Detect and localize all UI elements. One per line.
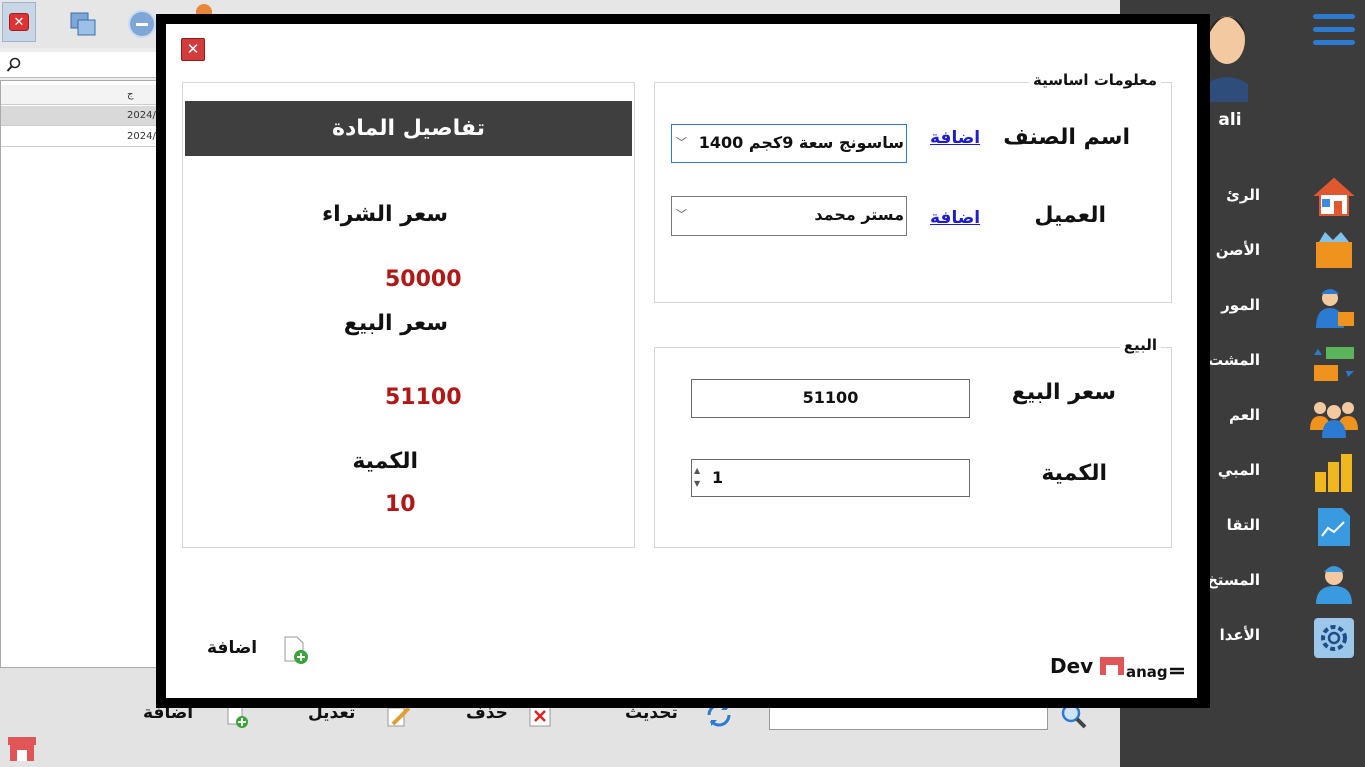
hamburger-menu-icon[interactable] (1313, 27, 1355, 32)
avatar (1206, 16, 1248, 102)
devmanage-logo: Dev anag (1050, 654, 1184, 681)
restore-icon (70, 12, 96, 36)
background-close-button[interactable]: ✕ (2, 2, 36, 42)
sale-legend: البيع (1119, 336, 1161, 354)
chevron-down-icon: ﹀ (676, 208, 687, 221)
close-button[interactable]: ✕ (181, 38, 205, 61)
customer-label: العميل (1034, 203, 1106, 228)
stepper-arrows-icon[interactable]: ▲ ▼ (694, 464, 700, 490)
purchases-icon[interactable] (1312, 343, 1356, 383)
add-item-link[interactable]: اضافة (930, 128, 980, 148)
basic-info-panel (654, 82, 1172, 303)
quantity-label: الكمية (1041, 461, 1107, 486)
table-row[interactable]: 2024/ (1, 127, 161, 147)
store-icon (8, 737, 36, 761)
search-icon (6, 57, 21, 72)
detail-sale-price-value: 51100 (385, 385, 462, 410)
home-icon[interactable] (1312, 175, 1356, 219)
purchase-price-value: 50000 (385, 267, 462, 292)
background-orange-icon (196, 4, 212, 14)
customer-select[interactable]: مستر محمد ﹀ (671, 196, 907, 236)
user-name: ali (1218, 110, 1242, 130)
close-icon: ✕ (186, 40, 200, 58)
add-button[interactable]: اضافة (207, 638, 257, 658)
svg-text:anag: anag (1126, 663, 1168, 681)
box-icon[interactable] (1313, 230, 1355, 270)
add-file-icon[interactable] (283, 635, 309, 665)
item-details-header: تفاصيل المادة (185, 101, 632, 156)
customer-value: مستر محمد (814, 205, 904, 224)
item-name-label: اسم الصنف (1003, 125, 1130, 150)
grid-header: ج (1, 85, 161, 105)
svg-text:Dev: Dev (1050, 654, 1093, 678)
quantity-value: 1 (712, 468, 724, 487)
hamburger-menu-icon[interactable] (1313, 40, 1355, 45)
hamburger-menu-icon[interactable] (1313, 14, 1355, 19)
sale-panel (654, 347, 1172, 548)
minimize-button[interactable] (128, 10, 156, 38)
basic-info-legend: معلومات اساسية (1029, 71, 1161, 89)
chevron-down-icon: ﹀ (676, 136, 687, 149)
item-name-value: ساسونج سعة 9كجم 1400 (698, 133, 904, 152)
close-icon: ✕ (9, 13, 29, 31)
detail-sale-price-label: سعر البيع (343, 311, 448, 336)
purchase-price-label: سعر الشراء (321, 202, 448, 227)
background-data-grid[interactable]: ج 2024/ 2024/ (0, 80, 161, 668)
background-search-bar[interactable] (0, 52, 160, 78)
supplier-icon[interactable] (1312, 286, 1356, 330)
reports-icon[interactable] (1316, 506, 1352, 548)
add-customer-link[interactable]: اضافة (930, 208, 980, 228)
detail-quantity-value: 10 (385, 492, 416, 517)
table-row[interactable]: 2024/ (1, 106, 161, 126)
detail-quantity-label: الكمية (352, 449, 418, 474)
brand-logo: Dev anag (1050, 651, 1190, 681)
user-icon[interactable] (1314, 562, 1354, 604)
settings-icon[interactable] (1314, 618, 1354, 658)
item-name-select[interactable]: ساسونج سعة 9كجم 1400 ﹀ (671, 124, 907, 163)
minimize-icon (136, 23, 148, 26)
sale-price-input[interactable]: 51100 (691, 379, 970, 418)
quantity-stepper[interactable]: ▲ ▼ 1 (691, 459, 970, 497)
sale-price-label: سعر البيع (1011, 380, 1116, 405)
restore-button[interactable] (68, 10, 98, 38)
customers-icon[interactable] (1310, 398, 1358, 438)
sales-icon[interactable] (1313, 452, 1355, 494)
